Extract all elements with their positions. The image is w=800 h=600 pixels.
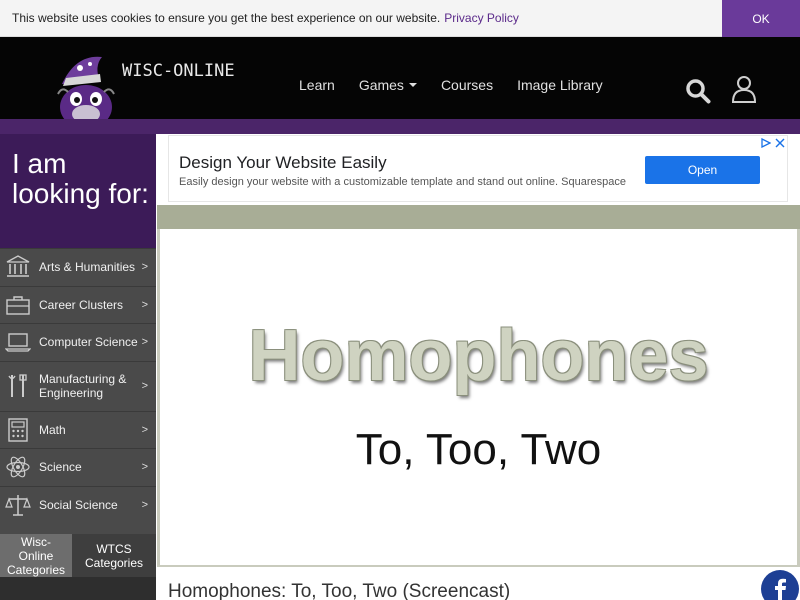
video-title: Homophones: [248, 316, 709, 396]
building-columns-icon: [6, 255, 30, 278]
sidebar-item-label: Computer Science: [39, 335, 138, 350]
tab-wtcs-categories[interactable]: WTCS Categories: [72, 534, 156, 577]
category-list: Arts & Humanities > Career Clusters > Co…: [0, 248, 156, 523]
nav-games-label: Games: [358, 77, 404, 93]
nav-learn-label: Learn: [299, 77, 335, 93]
chevron-down-icon: [408, 83, 417, 87]
chevron-right-icon: >: [141, 336, 148, 349]
sidebar: I am looking for: Arts & Humanities > Ca…: [0, 134, 156, 600]
sidebar-item-career-clusters[interactable]: Career Clusters >: [0, 285, 156, 324]
calculator-icon: [8, 418, 28, 442]
nav-courses[interactable]: Courses: [441, 77, 493, 93]
atom-icon: [6, 456, 30, 478]
video-subtitle: To, Too, Two: [355, 425, 602, 474]
nav-learn[interactable]: Learn: [299, 77, 335, 93]
category-tabs: Wisc-Online Categories WTCS Categories: [0, 534, 156, 577]
briefcase-icon: [6, 296, 30, 315]
sidebar-item-social-science[interactable]: Social Science >: [0, 485, 156, 524]
tab-wisc-online-categories[interactable]: Wisc-Online Categories: [0, 534, 72, 577]
sidebar-heading: I am looking for:: [0, 134, 156, 248]
close-icon[interactable]: [775, 138, 785, 148]
nav-image-library[interactable]: Image Library: [517, 77, 603, 93]
sidebar-item-manufacturing-engineering[interactable]: Manufacturing & Engineering >: [0, 360, 156, 411]
logo-text[interactable]: WISC-ONLINE: [122, 61, 235, 81]
sidebar-item-label: Math: [39, 422, 66, 437]
chevron-right-icon: >: [141, 298, 148, 311]
laptop-icon: [5, 333, 31, 352]
chevron-right-icon: >: [141, 423, 148, 436]
sidebar-item-math[interactable]: Math >: [0, 410, 156, 449]
privacy-policy-link[interactable]: Privacy Policy: [444, 11, 519, 25]
video-top-bar: [157, 205, 800, 229]
nav-image-library-label: Image Library: [517, 77, 603, 93]
sidebar-item-label: Arts & Humanities: [39, 260, 136, 275]
cookie-banner: This website uses cookies to ensure you …: [0, 0, 800, 37]
sidebar-footer: [0, 577, 156, 600]
nav-courses-label: Courses: [440, 77, 494, 93]
chevron-right-icon: >: [141, 461, 148, 474]
tools-icon: [8, 374, 27, 397]
header-accent-band: [0, 119, 800, 134]
search-icon[interactable]: [685, 78, 711, 104]
video-player[interactable]: Homophones To, Too, Two: [157, 205, 800, 567]
chevron-right-icon: >: [141, 380, 148, 392]
nav-games[interactable]: Games: [359, 77, 417, 93]
sidebar-item-label: Career Clusters: [39, 297, 124, 312]
page-title: Homophones: To, Too, Two (Screencast): [168, 581, 511, 600]
ad-choices-icon[interactable]: [761, 138, 771, 148]
cookie-ok-button[interactable]: OK: [722, 0, 800, 37]
ad-open-button[interactable]: Open: [645, 156, 760, 184]
sidebar-item-arts-humanities[interactable]: Arts & Humanities >: [0, 248, 156, 286]
ad-banner[interactable]: Design Your Website Easily Easily design…: [168, 135, 788, 202]
facebook-share-button[interactable]: [761, 570, 799, 600]
sidebar-item-label: Science: [39, 460, 82, 475]
scales-icon: [5, 494, 31, 516]
sidebar-item-computer-science[interactable]: Computer Science >: [0, 323, 156, 361]
cookie-message: This website uses cookies to ensure you …: [12, 11, 441, 25]
chevron-right-icon: >: [141, 498, 148, 511]
sidebar-item-science[interactable]: Science >: [0, 448, 156, 486]
site-header: WISC-ONLINE Learn Games Courses Image Li…: [0, 37, 800, 129]
chevron-right-icon: >: [141, 261, 148, 274]
user-icon[interactable]: [731, 75, 757, 103]
facebook-icon: [775, 578, 786, 600]
sidebar-item-label: Social Science: [39, 497, 118, 512]
ad-description: Easily design your website with a custom…: [179, 176, 626, 188]
main-nav: Learn Games Courses Image Library: [299, 77, 627, 93]
ad-title[interactable]: Design Your Website Easily: [179, 153, 387, 173]
video-canvas[interactable]: Homophones To, Too, Two: [160, 229, 797, 565]
sidebar-item-label: Manufacturing & Engineering: [39, 372, 127, 400]
